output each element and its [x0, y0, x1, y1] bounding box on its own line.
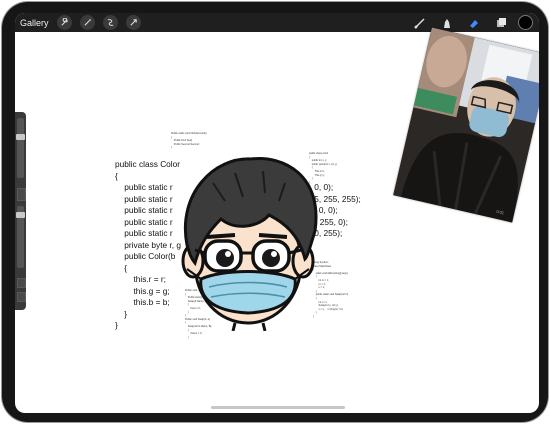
eraser-icon[interactable]: [466, 15, 481, 30]
brush-sidebar: [15, 112, 26, 310]
brush-size-handle[interactable]: [16, 134, 25, 140]
right-toolbar: [400, 15, 533, 30]
magic-wand-icon[interactable]: [79, 15, 95, 30]
canvas-screen[interactable]: Gallery Public static void First(Seconds…: [15, 13, 539, 413]
code-sketch-main: public class Color { public static r pub…: [115, 159, 181, 330]
selection-icon[interactable]: [102, 15, 118, 30]
brush-size-slider[interactable]: [17, 118, 24, 178]
top-toolbar: Gallery: [15, 13, 539, 32]
opacity-handle[interactable]: [16, 212, 25, 218]
ipad-frame: Gallery Public static void First(Seconds…: [2, 2, 548, 422]
brush-icon[interactable]: [412, 15, 427, 30]
person-photo-image: 0:01: [393, 27, 539, 223]
modify-button[interactable]: [17, 188, 26, 201]
undo-button[interactable]: [17, 278, 26, 288]
transform-icon[interactable]: [125, 15, 141, 30]
gallery-button[interactable]: Gallery: [20, 18, 49, 28]
redo-button[interactable]: [17, 292, 26, 302]
camera-photo-overlay: 0:01: [393, 27, 539, 223]
smudge-icon[interactable]: [439, 15, 454, 30]
layers-icon[interactable]: [493, 15, 508, 30]
home-indicator[interactable]: [211, 406, 345, 409]
wrench-icon[interactable]: [56, 15, 72, 30]
color-picker-button[interactable]: [518, 15, 533, 30]
avatar-drawing: [181, 157, 318, 331]
code-sketch-top: Public static void First(Seconds){ Publi…: [171, 132, 207, 150]
